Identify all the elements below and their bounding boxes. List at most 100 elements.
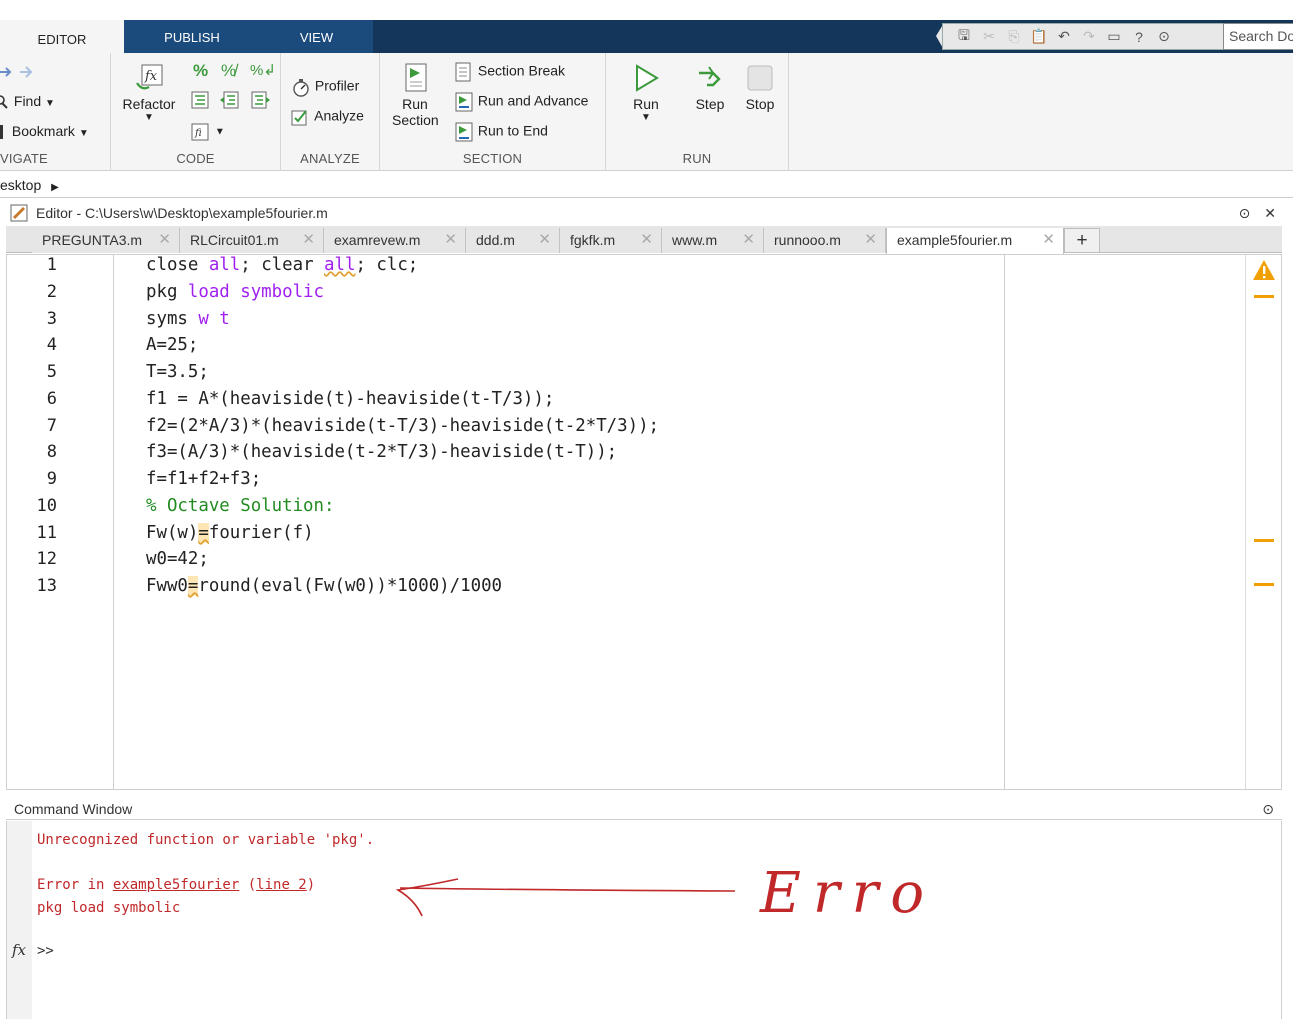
close-icon[interactable]: ✕ — [302, 228, 315, 252]
uncomment-button[interactable]: %̸ — [221, 61, 236, 81]
error-line-link[interactable]: line 2 — [256, 877, 307, 893]
step-icon — [699, 66, 721, 87]
section-break-icon — [455, 62, 471, 82]
line-number: 8 — [46, 442, 57, 462]
svg-text:fx: fx — [144, 69, 158, 84]
file-tab[interactable]: www.m ✕ — [662, 228, 764, 253]
bookmark-button[interactable]: Bookmark ▼ — [0, 123, 89, 140]
chevron-down-icon[interactable]: ⊙ — [1262, 798, 1274, 820]
code-line[interactable]: pkg load symbolic — [146, 282, 324, 302]
increase-indent-button[interactable] — [220, 91, 240, 109]
chevron-right-icon[interactable]: ▶ — [51, 182, 59, 193]
tab-view[interactable]: VIEW — [260, 20, 373, 53]
annotation-text: Error — [759, 861, 940, 926]
navigate-section-label: VIGATE — [0, 151, 48, 166]
code-line[interactable]: Fw(w)=fourier(f) — [146, 523, 314, 543]
stop-button[interactable]: Stop — [742, 63, 778, 112]
editor-file-tabs: PREGUNTA3.m ✕ RLCircuit01.m ✕ examrevew.m ✕… — [6, 226, 1282, 254]
close-icon[interactable]: ✕ — [444, 228, 457, 252]
cut-icon[interactable]: ✂ — [980, 28, 998, 46]
close-icon[interactable]: ✕ — [538, 228, 551, 252]
paste-icon[interactable]: 📋 — [1030, 28, 1048, 46]
profiler-button[interactable]: Profiler — [291, 77, 359, 97]
save-icon[interactable]: 🖫 — [955, 27, 973, 46]
error-file-link[interactable]: example5fourier — [113, 877, 239, 893]
command-window-title: Command Window — [14, 801, 133, 817]
tab-publish[interactable]: PUBLISH — [124, 20, 260, 53]
file-tab-active[interactable]: example5fourier.m ✕ — [886, 228, 1064, 254]
indent-button[interactable] — [191, 91, 209, 109]
code-line[interactable]: f2=(2*A/3)*(heaviside(t-T/3)-heaviside(t… — [146, 416, 659, 436]
run-and-advance-button[interactable]: Run and Advance — [454, 92, 588, 112]
line-number: 2 — [46, 282, 57, 302]
code-line[interactable]: Fww0=round(eval(Fw(w0))*1000)/1000 — [146, 576, 502, 596]
help-icon[interactable]: ? — [1130, 28, 1148, 46]
wrap-comments-button[interactable]: %↲ — [250, 61, 276, 79]
code-line[interactable]: T=3.5; — [146, 362, 209, 382]
run-button[interactable]: Run ▼ — [628, 63, 664, 123]
line-number: 11 — [36, 523, 57, 543]
copy-icon[interactable]: ⎘ — [1005, 28, 1023, 46]
section-break-button[interactable]: Section Break — [454, 62, 565, 82]
error-message: Unrecognized function or variable 'pkg'. — [37, 832, 375, 848]
refactor-icon: fx — [136, 64, 163, 90]
warning-marker[interactable] — [1254, 295, 1274, 298]
code-line[interactable]: w0=42; — [146, 549, 209, 569]
section-section-label: SECTION — [462, 151, 523, 166]
decrease-indent-button[interactable] — [250, 91, 270, 109]
close-icon[interactable]: ✕ — [1264, 205, 1276, 221]
close-icon[interactable]: ✕ — [742, 228, 755, 252]
close-icon[interactable]: ✕ — [864, 228, 877, 252]
command-prompt[interactable]: >> — [37, 943, 54, 959]
refactor-button[interactable]: fx Refactor ▼ — [121, 63, 177, 123]
tab-editor[interactable]: EDITOR — [0, 20, 124, 53]
run-to-end-button[interactable]: Run to End — [454, 122, 548, 142]
code-line[interactable]: f3=(A/3)*(heaviside(t-2*T/3)-heaviside(t… — [146, 442, 617, 462]
close-icon[interactable]: ✕ — [158, 228, 171, 252]
add-tab-button[interactable]: + — [1064, 228, 1100, 253]
code-line[interactable]: f=f1+f2+f3; — [146, 469, 261, 489]
redo-icon[interactable]: ↷ — [1080, 28, 1098, 46]
file-tab[interactable]: fgkfk.m ✕ — [560, 228, 662, 253]
chevron-down-icon[interactable]: ⊙ — [1155, 28, 1173, 46]
run-label: Run — [633, 96, 659, 112]
increase-indent-icon — [220, 91, 239, 109]
back-forward-buttons[interactable] — [0, 63, 38, 80]
comment-button[interactable]: % — [193, 61, 208, 81]
warning-marker[interactable] — [1254, 583, 1274, 586]
address-path[interactable]: esktop — [0, 177, 41, 193]
code-line[interactable]: % Octave Solution: — [146, 496, 334, 516]
address-bar[interactable]: esktop ▶ — [0, 172, 1293, 198]
find-button[interactable]: Find ▼ — [0, 93, 55, 110]
code-editor[interactable]: 1 2 3 4 5 6 7 8 9 10 11 12 13 close all;… — [6, 254, 1282, 790]
decrease-indent-icon — [251, 91, 270, 109]
undo-icon[interactable]: ↶ — [1055, 28, 1073, 46]
switch-windows-icon[interactable]: ▭ — [1105, 28, 1123, 46]
close-icon[interactable]: ✕ — [640, 228, 653, 252]
code-line[interactable]: A=25; — [146, 335, 198, 355]
analyze-button[interactable]: Analyze — [291, 107, 364, 127]
file-tab[interactable]: examrevew.m ✕ — [324, 228, 466, 253]
run-section-button[interactable]: Run Section — [392, 63, 439, 128]
code-line[interactable]: f1 = A*(heaviside(t)-heaviside(t-T/3)); — [146, 389, 554, 409]
file-tab[interactable]: PREGUNTA3.m ✕ — [32, 228, 180, 253]
warning-icon[interactable] — [1252, 259, 1276, 281]
fx-icon[interactable]: fx — [12, 941, 26, 959]
file-tab[interactable]: ddd.m ✕ — [466, 228, 560, 253]
run-section-label: RUN — [682, 151, 712, 166]
chevron-down-icon[interactable]: ⊙ — [1239, 205, 1251, 221]
code-line[interactable]: syms w t — [146, 309, 230, 329]
code-line[interactable]: close all; clear all; clc; — [146, 255, 418, 275]
close-icon[interactable]: ✕ — [1042, 228, 1055, 252]
step-button[interactable]: Step — [692, 63, 728, 112]
file-tab[interactable]: RLCircuit01.m ✕ — [180, 228, 324, 253]
line-number: 12 — [36, 549, 57, 569]
line-number: 13 — [36, 576, 57, 596]
file-tab[interactable]: runnooo.m ✕ — [764, 228, 886, 253]
back-forward-icon — [0, 66, 33, 79]
chevron-down-icon: ▼ — [45, 98, 55, 109]
warning-marker[interactable] — [1254, 539, 1274, 542]
right-margin-line — [1004, 255, 1005, 789]
search-documentation-input[interactable]: Search Do — [1223, 23, 1293, 50]
insert-function-button[interactable]: fi ▼ — [191, 121, 225, 141]
